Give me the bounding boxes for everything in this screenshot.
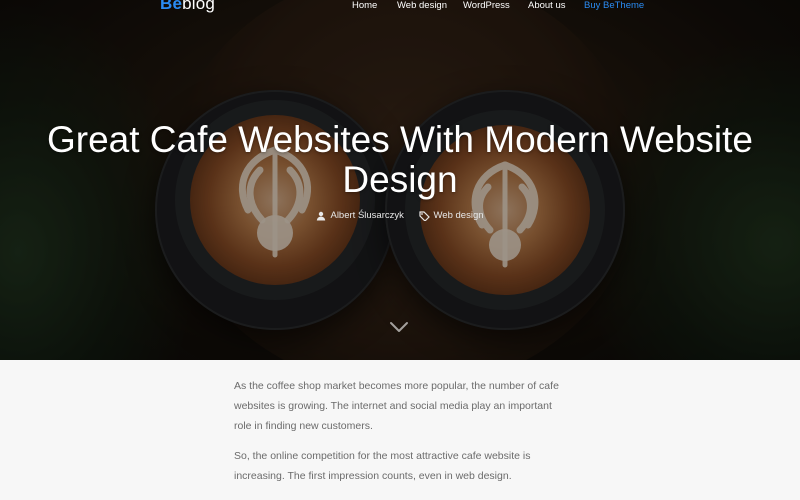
nav-item-about-us[interactable]: About us bbox=[528, 0, 566, 11]
article-paragraph-1: As the coffee shop market becomes more p… bbox=[234, 380, 559, 432]
logo-blog: blog bbox=[182, 0, 216, 13]
post-author[interactable]: Albert Ślusarczyk bbox=[316, 210, 404, 221]
user-icon bbox=[317, 211, 326, 220]
site-logo[interactable]: Beblog bbox=[160, 0, 215, 14]
article-content: As the coffee shop market becomes more p… bbox=[0, 360, 800, 500]
tag-icon bbox=[418, 210, 430, 221]
article-paragraph-2: So, the online competition for the most … bbox=[234, 450, 531, 482]
nav-item-wordpress[interactable]: WordPress bbox=[463, 0, 510, 11]
chevron-down-icon[interactable] bbox=[389, 320, 409, 334]
nav-item-home[interactable]: Home bbox=[352, 0, 377, 11]
logo-be: Be bbox=[160, 0, 183, 13]
post-category[interactable]: Web design bbox=[418, 210, 484, 221]
post-title: Great Cafe Websites With Modern Website … bbox=[46, 119, 754, 200]
post-meta: Albert Ślusarczyk Web design bbox=[0, 210, 800, 224]
post-author-name: Albert Ślusarczyk bbox=[330, 210, 404, 221]
nav-item-buy-betheme[interactable]: Buy BeTheme bbox=[584, 0, 644, 11]
hero-section: Beblog Home Web design WordPress About u… bbox=[0, 0, 800, 360]
nav-item-web-design[interactable]: Web design bbox=[397, 0, 447, 11]
post-category-name: Web design bbox=[433, 210, 484, 221]
top-navigation: Beblog Home Web design WordPress About u… bbox=[0, 0, 800, 16]
